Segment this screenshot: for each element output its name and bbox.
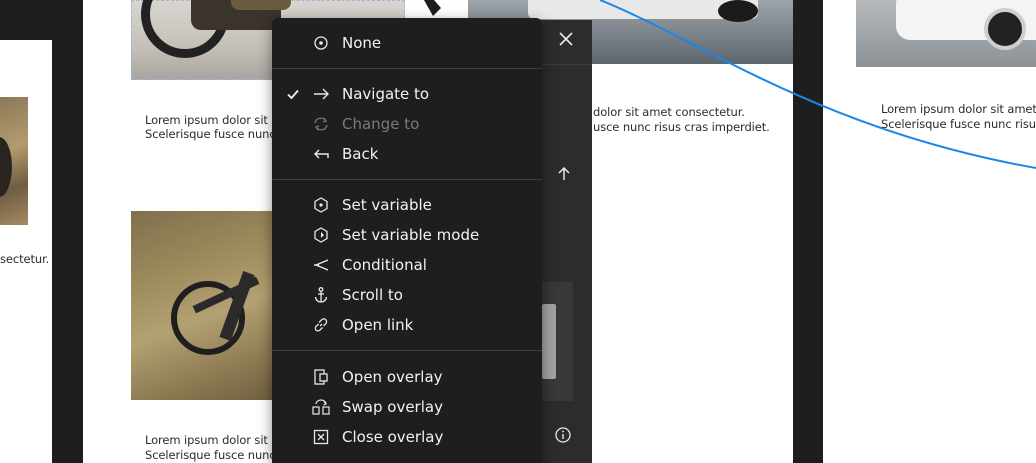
menu-item-label: Open link <box>342 316 414 334</box>
menu-item-conditional[interactable]: Conditional <box>272 250 542 280</box>
menu-item-set-variable[interactable]: Set variable <box>272 190 542 220</box>
radio-target-icon <box>312 34 330 52</box>
variable-mode-icon <box>312 226 330 244</box>
menu-item-label: Change to <box>342 115 420 133</box>
swap-overlay-icon <box>312 398 330 416</box>
variable-hex-icon <box>312 196 330 214</box>
menu-item-close-overlay[interactable]: Close overlay <box>272 422 542 452</box>
menu-item-swap-overlay[interactable]: Swap overlay <box>272 392 542 422</box>
menu-item-label: Scroll to <box>342 286 403 304</box>
menu-item-label: None <box>342 34 382 52</box>
interaction-panel <box>540 20 592 463</box>
preview-scroll-thumb[interactable] <box>542 304 556 379</box>
arrow-up-icon[interactable] <box>555 165 573 183</box>
menu-item-label: Set variable <box>342 196 432 214</box>
menu-item-label: Swap overlay <box>342 398 443 416</box>
arrow-right-icon <box>312 85 330 103</box>
menu-item-change-to: Change to <box>272 109 542 139</box>
menu-item-none[interactable]: None <box>272 28 542 58</box>
menu-separator <box>272 179 542 180</box>
menu-item-back[interactable]: Back <box>272 139 542 169</box>
close-icon[interactable] <box>556 29 576 49</box>
menu-item-label: Open overlay <box>342 368 443 386</box>
checkmark-icon <box>285 86 301 102</box>
menu-item-set-variable-mode[interactable]: Set variable mode <box>272 220 542 250</box>
anchor-icon <box>312 286 330 304</box>
panel-divider <box>540 64 592 65</box>
conditional-branch-icon <box>312 256 330 274</box>
menu-item-label: Close overlay <box>342 428 444 446</box>
menu-item-navigate-to[interactable]: Navigate to <box>272 79 542 109</box>
swap-cycle-icon <box>312 115 330 133</box>
menu-item-label: Navigate to <box>342 85 430 103</box>
info-icon[interactable] <box>554 426 572 444</box>
menu-item-label: Conditional <box>342 256 427 274</box>
menu-item-scroll-to[interactable]: Scroll to <box>272 280 542 310</box>
open-overlay-icon <box>312 368 330 386</box>
menu-item-label: Set variable mode <box>342 226 480 244</box>
menu-item-open-link[interactable]: Open link <box>272 310 542 340</box>
link-icon <box>312 316 330 334</box>
menu-item-label: Back <box>342 145 379 163</box>
preview-box[interactable] <box>540 282 573 401</box>
menu-item-open-overlay[interactable]: Open overlay <box>272 362 542 392</box>
action-menu: None Navigate to Change to Back Set vari… <box>272 18 542 463</box>
arrow-back-icon <box>312 145 330 163</box>
menu-separator <box>272 350 542 351</box>
menu-separator <box>272 68 542 69</box>
close-overlay-icon <box>312 428 330 446</box>
